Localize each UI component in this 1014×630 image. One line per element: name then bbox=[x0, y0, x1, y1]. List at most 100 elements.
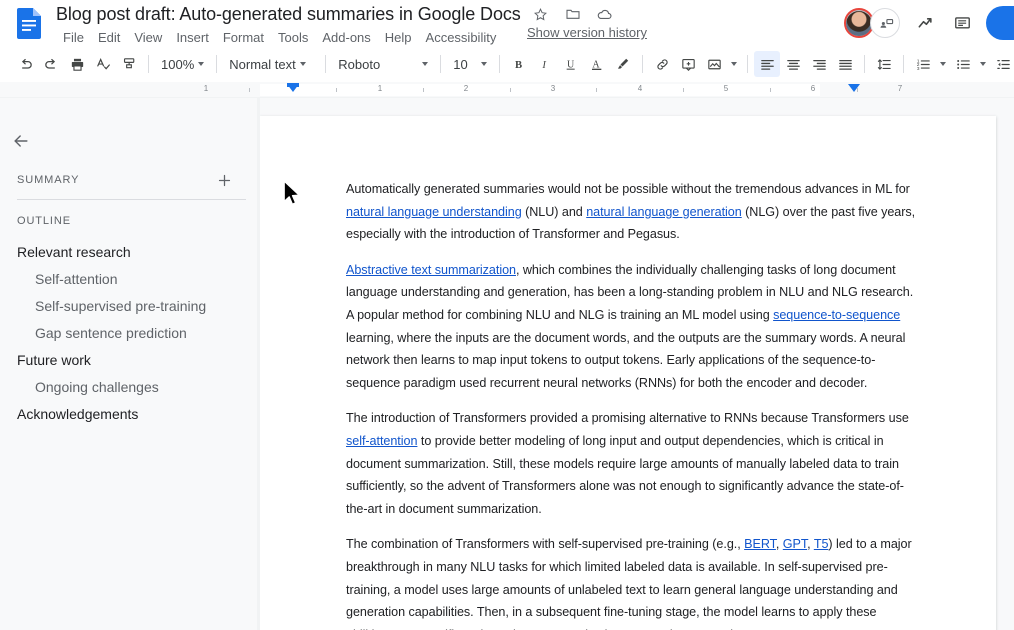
outline-item-relevant-research[interactable]: Relevant research bbox=[0, 238, 260, 265]
align-left-icon[interactable] bbox=[754, 51, 781, 77]
folder-icon[interactable] bbox=[561, 3, 585, 25]
font-family-selector[interactable]: Roboto bbox=[332, 51, 434, 77]
menu-item-format[interactable]: Format bbox=[216, 28, 271, 48]
plus-icon[interactable] bbox=[213, 169, 235, 191]
line-spacing-icon[interactable] bbox=[871, 51, 897, 77]
toolbar-divider bbox=[325, 55, 327, 73]
bold-button[interactable]: B bbox=[506, 51, 532, 77]
google-docs-window: Blog post draft: Auto-generated summarie… bbox=[0, 0, 1014, 630]
toolbar-divider bbox=[440, 55, 442, 73]
toolbar-divider bbox=[903, 55, 905, 73]
spelling-check-icon[interactable] bbox=[90, 51, 116, 77]
document-link[interactable]: natural language generation bbox=[586, 205, 742, 219]
menu-item-insert[interactable]: Insert bbox=[169, 28, 216, 48]
style-value: Normal text bbox=[229, 56, 296, 72]
underline-button[interactable]: U bbox=[558, 51, 584, 77]
document-link[interactable]: natural language understanding bbox=[346, 205, 522, 219]
paragraph: Automatically generated summaries would … bbox=[346, 178, 918, 246]
paragraph: The introduction of Transformers provide… bbox=[346, 407, 918, 520]
zoom-value: 100% bbox=[161, 56, 195, 72]
italic-button[interactable]: I bbox=[532, 51, 558, 77]
ruler-page-area bbox=[260, 84, 820, 96]
docs-logo-icon[interactable] bbox=[14, 4, 44, 42]
star-icon[interactable] bbox=[529, 3, 553, 25]
present-to-meeting-icon[interactable] bbox=[870, 8, 900, 38]
bulleted-list-dropdown[interactable] bbox=[976, 51, 990, 77]
menu-item-tools[interactable]: Tools bbox=[271, 28, 315, 48]
document-text: The combination of Transformers with sel… bbox=[346, 537, 745, 552]
menu-item-addons[interactable]: Add-ons bbox=[315, 28, 377, 48]
chevron-down-icon bbox=[299, 62, 306, 66]
ruler-number: 2 bbox=[463, 84, 469, 93]
show-version-history-link[interactable]: Show version history bbox=[527, 24, 647, 42]
redo-icon[interactable] bbox=[38, 51, 64, 77]
outline-item-acknowledgements[interactable]: Acknowledgements bbox=[0, 400, 260, 427]
align-justify-icon[interactable] bbox=[832, 51, 858, 77]
share-button[interactable] bbox=[986, 6, 1014, 40]
document-page[interactable]: Automatically generated summaries would … bbox=[260, 116, 996, 630]
font-size-selector[interactable]: 10 bbox=[447, 51, 493, 77]
ruler-number: 1 bbox=[203, 84, 209, 93]
document-link[interactable]: T5 bbox=[814, 537, 829, 551]
avatar-image bbox=[846, 10, 872, 36]
outline-item-self-supervised-pre-training[interactable]: Self-supervised pre-training bbox=[0, 292, 260, 319]
document-text: learning, where the inputs are the docum… bbox=[346, 330, 906, 390]
outline-item-future-work[interactable]: Future work bbox=[0, 346, 260, 373]
insert-image-icon[interactable] bbox=[701, 51, 727, 77]
chevron-down-icon bbox=[422, 62, 429, 66]
ruler-number: 4 bbox=[637, 84, 643, 93]
paragraph-style-selector[interactable]: Normal text bbox=[223, 51, 319, 77]
menu-item-help[interactable]: Help bbox=[378, 28, 419, 48]
chevron-down-icon bbox=[481, 62, 488, 66]
highlight-icon[interactable] bbox=[610, 51, 636, 77]
paint-format-icon[interactable] bbox=[116, 51, 142, 77]
summary-header: SUMMARY bbox=[17, 168, 231, 192]
align-right-icon[interactable] bbox=[806, 51, 832, 77]
outline-item-self-attention[interactable]: Self-attention bbox=[0, 265, 260, 292]
menu-item-accessibility[interactable]: Accessibility bbox=[419, 28, 504, 48]
text-color-button[interactable]: A bbox=[584, 51, 610, 77]
right-indent-marker[interactable] bbox=[848, 84, 860, 92]
activity-dashboard-icon[interactable] bbox=[908, 5, 944, 41]
outline-label: OUTLINE bbox=[17, 215, 71, 227]
outline-item-ongoing-challenges[interactable]: Ongoing challenges bbox=[0, 373, 260, 400]
open-comment-history-icon[interactable] bbox=[944, 5, 980, 41]
sidebar-divider bbox=[17, 199, 246, 200]
add-comment-icon[interactable] bbox=[675, 51, 701, 77]
numbered-list-icon[interactable]: 1 2 3 bbox=[910, 51, 936, 77]
svg-text:B: B bbox=[515, 60, 522, 71]
document-link[interactable]: GPT bbox=[783, 537, 807, 551]
svg-text:I: I bbox=[542, 60, 547, 71]
document-link[interactable]: BERT bbox=[744, 537, 776, 551]
decrease-indent-icon[interactable] bbox=[990, 51, 1014, 77]
font-size-value: 10 bbox=[453, 56, 468, 72]
align-center-icon[interactable] bbox=[780, 51, 806, 77]
document-body[interactable]: Automatically generated summaries would … bbox=[260, 116, 996, 630]
document-link[interactable]: Abstractive text summarization bbox=[346, 263, 516, 277]
toolbar-divider bbox=[216, 55, 218, 73]
outline-item-gap-sentence-prediction[interactable]: Gap sentence prediction bbox=[0, 319, 260, 346]
menu-item-view[interactable]: View bbox=[127, 28, 169, 48]
document-text: , bbox=[807, 537, 814, 552]
back-arrow-icon[interactable] bbox=[8, 128, 34, 154]
print-icon[interactable] bbox=[64, 51, 90, 77]
insert-image-dropdown[interactable] bbox=[727, 51, 741, 77]
document-link[interactable]: sequence-to-sequence bbox=[773, 308, 900, 322]
document-header: Blog post draft: Auto-generated summarie… bbox=[0, 0, 1014, 46]
numbered-list-dropdown[interactable] bbox=[936, 51, 950, 77]
zoom-selector[interactable]: 100% bbox=[155, 51, 210, 77]
bulleted-list-icon[interactable] bbox=[950, 51, 976, 77]
svg-text:3: 3 bbox=[917, 65, 920, 71]
menu-item-edit[interactable]: Edit bbox=[91, 28, 127, 48]
chevron-down-icon bbox=[940, 62, 947, 66]
link-icon[interactable] bbox=[649, 51, 675, 77]
document-title[interactable]: Blog post draft: Auto-generated summarie… bbox=[56, 1, 521, 27]
ruler[interactable]: 1 1 2 3 4 5 6 7 bbox=[0, 82, 1014, 98]
menu-item-file[interactable]: File bbox=[56, 28, 91, 48]
document-canvas: Automatically generated summaries would … bbox=[260, 98, 1014, 630]
left-indent-marker-top[interactable] bbox=[287, 83, 299, 87]
document-link[interactable]: self-attention bbox=[346, 434, 417, 448]
undo-icon[interactable] bbox=[12, 51, 38, 77]
cloud-saved-icon[interactable] bbox=[593, 3, 617, 25]
paragraph: Abstractive text summarization, which co… bbox=[346, 259, 918, 395]
